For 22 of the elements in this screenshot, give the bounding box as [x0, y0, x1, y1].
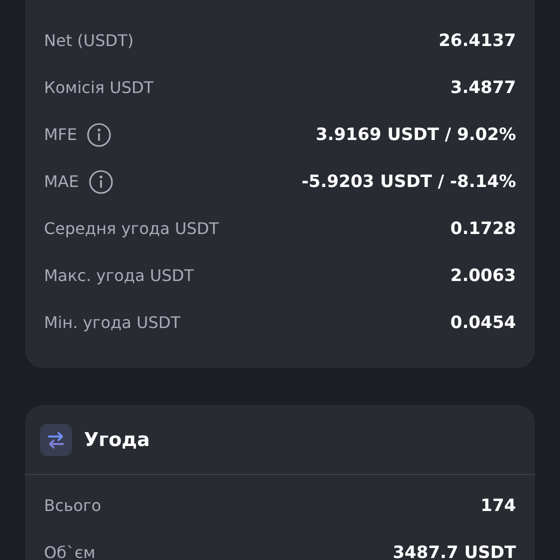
- stat-label: Net (USDT): [44, 31, 134, 50]
- swap-arrows-icon: [40, 424, 72, 456]
- stat-value: 174: [480, 496, 516, 516]
- stat-label: Комісія USDT: [44, 78, 154, 97]
- stat-label: Макс. угода USDT: [44, 266, 194, 285]
- stat-label: MAE: [44, 172, 79, 191]
- stat-value: 3.4877: [450, 78, 516, 98]
- stat-value: -5.9203 USDT / -8.14%: [302, 172, 516, 192]
- info-icon[interactable]: [88, 170, 113, 194]
- stat-value: 3.9169 USDT / 9.02%: [316, 124, 516, 144]
- card-title: Угода: [84, 428, 150, 450]
- stat-label: MFE: [44, 125, 78, 144]
- stat-value: 26.4137: [438, 30, 516, 50]
- stat-label: Об`єм: [44, 543, 96, 560]
- stat-label: Середня угода USDT: [44, 219, 219, 238]
- stat-value: 0.0454: [450, 312, 516, 332]
- stat-value: 0.1728: [450, 218, 516, 238]
- stat-label: Мін. угода USDT: [44, 313, 180, 332]
- info-icon[interactable]: [87, 122, 112, 146]
- stat-label: Всього: [44, 496, 102, 515]
- stat-value: 3487.7 USDT: [392, 542, 516, 560]
- stat-value: 2.0063: [450, 266, 516, 286]
